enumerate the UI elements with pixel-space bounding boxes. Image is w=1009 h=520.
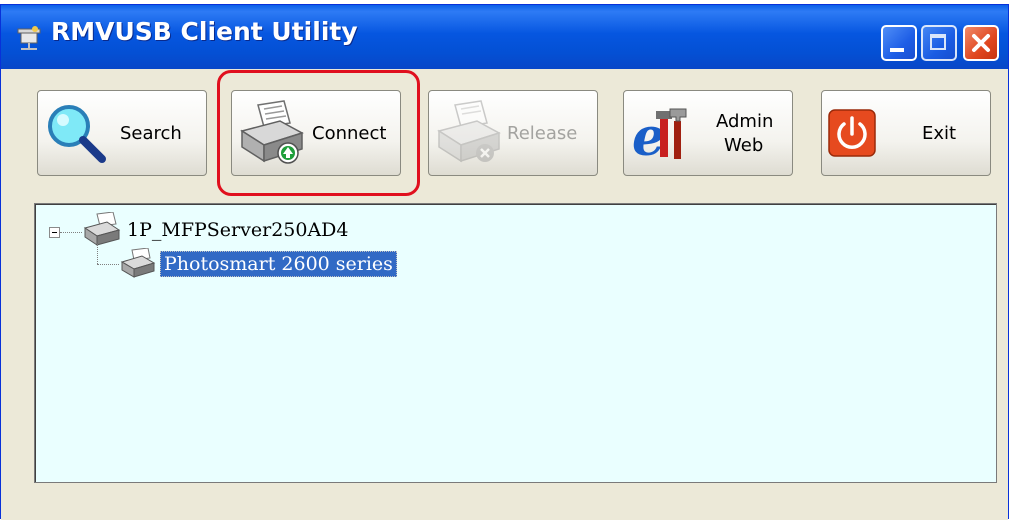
magnifier-icon xyxy=(48,105,106,163)
printer-icon xyxy=(120,248,156,278)
app-window: RMVUSB Client Utility Search Connect Rel… xyxy=(0,4,1009,520)
printer-release-icon xyxy=(437,100,501,163)
tree-connector xyxy=(97,244,98,264)
server-printer-icon xyxy=(83,212,121,246)
close-icon xyxy=(972,34,990,52)
connect-highlight-annotation xyxy=(217,70,420,196)
close-button[interactable] xyxy=(963,25,999,61)
ie-tools-icon: e xyxy=(632,107,687,167)
search-label: Search xyxy=(120,123,182,144)
exit-label: Exit xyxy=(922,123,957,144)
admin-label-line1: Admin xyxy=(716,111,774,132)
collapse-toggle[interactable] xyxy=(49,227,60,238)
exit-button[interactable]: Exit xyxy=(821,90,991,176)
admin-web-button[interactable]: e Admin Web xyxy=(623,90,793,176)
admin-label-line2: Web xyxy=(724,135,764,156)
window-title: RMVUSB Client Utility xyxy=(51,17,358,46)
tree-connector xyxy=(60,232,82,233)
tree-node-server[interactable]: 1P_MFPServer250AD4 xyxy=(127,218,349,242)
minimize-button[interactable] xyxy=(881,25,917,61)
tree-connector xyxy=(97,264,119,265)
release-button[interactable]: Release xyxy=(428,90,598,176)
search-button[interactable]: Search xyxy=(37,90,207,176)
title-bar[interactable]: RMVUSB Client Utility xyxy=(1,5,1008,69)
tree-node-printer[interactable]: Photosmart 2600 series xyxy=(160,251,397,277)
device-tree[interactable]: 1P_MFPServer250AD4 Photosmart 2600 serie… xyxy=(34,203,997,483)
release-label: Release xyxy=(507,123,578,144)
power-icon xyxy=(828,109,876,157)
app-icon xyxy=(17,26,41,50)
status-bar xyxy=(1,483,1008,520)
maximize-button[interactable] xyxy=(921,25,957,61)
